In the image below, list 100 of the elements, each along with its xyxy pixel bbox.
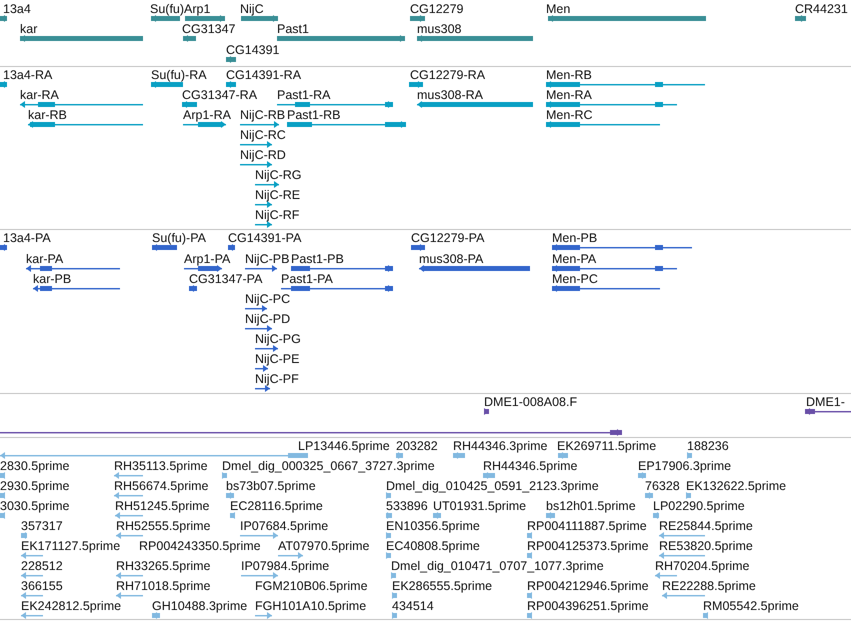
feature-label: RP004111887.5prime [527,519,647,533]
feature-label: GH10488.3prime [152,599,248,613]
feature-label: NijC-PC [245,292,290,306]
feature-arrow [0,81,7,88]
feature-label: RP004125373.5prime [527,539,649,553]
feature-label: mus308-RA [417,88,483,102]
feature-label: Men-RA [546,88,592,102]
feature-label: RH35113.5prime [114,459,208,473]
feature-label: Arp1 [184,2,210,16]
feature-label: 2830.5prime [0,459,70,473]
feature-label: CG12279 [410,2,464,16]
feature-label: IP07984.5prime [241,559,330,573]
feature-arrow [152,612,160,619]
feature-label: NijC-RF [255,208,300,222]
feature-label: CG12279-RA [410,68,486,82]
feature-label: CG31347-PA [189,272,262,286]
feature-label: EK132622.5prime [686,479,786,493]
feature-arrow [392,592,397,599]
feature-label: 13a4-RA [3,68,52,82]
feature-label: 13a4 [3,2,31,16]
feature-arrow [686,492,691,499]
feature-label: RE53820.5prime [659,539,753,553]
feature-label: Men-PA [552,252,596,266]
feature-label: IP07684.5prime [240,519,328,533]
feature-label: RH56674.5prime [114,479,208,493]
feature-label: EK286555.5prime [392,579,492,593]
feature-label: RH44346.3prime [453,439,548,453]
feature-arrow [527,552,532,559]
feature-label: 203282 [396,439,438,453]
feature-label: Su(fu)-PA [152,231,206,245]
feature-label: 76328 [645,479,680,493]
feature-label: Arp1-PA [184,252,230,266]
feature-arrow [0,244,7,251]
feature-label: Men-PC [552,272,598,286]
feature-label: RM05542.5prime [703,599,799,613]
feature-arrow [433,512,441,519]
feature-arrow [396,452,403,459]
feature-label: EC40808.5prime [386,539,480,553]
feature-label: AT07970.5prime [278,539,370,553]
feature-label: NijC-RC [240,128,286,142]
feature-arrow [703,612,708,619]
feature-label: Past1-PA [281,272,333,286]
feature-label: kar [20,22,38,36]
feature-label: RP004212946.5prime [527,579,649,593]
feature-label: kar-RB [28,108,67,122]
feature-label: bs12h01.5prime [546,499,636,513]
feature-label: LP02290.5prime [653,499,745,513]
feature-label: EC28116.5prime [230,499,323,513]
feature-label: kar-PB [33,272,72,286]
feature-label: RP004243350.5prime [139,539,261,553]
feature-label: FGH101A10.5prime [255,599,366,613]
feature-label: LP13446.5prime [298,439,390,453]
feature-label: Dmel_dig_000325_0667_3727.3prime [222,459,435,473]
feature-arrow [638,472,646,479]
feature-arrow [687,452,692,459]
feature-label: Men-RC [546,108,593,122]
feature-label: Past1-RA [277,88,330,102]
feature-label: CG31347 [182,22,236,36]
feature-label: Past1-PB [291,252,344,266]
feature-label: Arp1-RA [183,108,231,122]
feature-label: EN10356.5prime [386,519,480,533]
feature-label: Su(fu) [150,2,184,16]
feature-label: Men-PB [552,231,598,245]
feature-label: CG12279-PA [411,231,484,245]
feature-label: 357317 [21,519,63,533]
feature-label: RE22288.5prime [662,579,756,593]
feature-arrow [392,612,397,619]
feature-label: Dmel_dig_010471_0707_1077.3prime [391,559,604,573]
feature-label: Men-RB [546,68,592,82]
feature-label: CG31347-RA [182,88,258,102]
feature-label: NijC-RD [240,148,286,162]
feature-label: NijC-PE [255,352,300,366]
feature-arrow [527,592,532,599]
feature-arrow [0,492,5,499]
feature-arrow [21,532,27,539]
feature-label: Past1-RB [287,108,340,122]
feature-label: RE25844.5prime [659,519,753,533]
feature-label: NijC-RG [255,168,302,182]
feature-label: EK242812.5prime [21,599,122,613]
feature-label: RH44346.5prime [483,459,578,473]
feature-label: mus308-PA [419,252,484,266]
feature-label: NijC-RE [255,188,300,202]
feature-arrow [386,492,391,499]
feature-label: NijC-PG [255,332,301,346]
feature-label: mus308 [417,22,462,36]
feature-label: NijC-RB [240,108,286,122]
feature-arrow [226,492,234,499]
feature-arrow [645,492,653,499]
feature-label: DME1-008A08.F [484,395,578,409]
feature-label: CG14391 [226,43,280,57]
feature-label: 533896 [386,499,428,513]
feature-label: NijC-PF [255,372,299,386]
feature-label: kar-PA [26,252,64,266]
feature-arrow [222,472,227,479]
feature-label: RH51245.5prime [115,499,210,513]
feature-label: 13a4-PA [3,231,51,245]
feature-label: RP004396251.5prime [527,599,649,613]
feature-arrow [189,285,197,292]
feature-arrow [653,512,659,519]
feature-arrow [484,408,489,415]
